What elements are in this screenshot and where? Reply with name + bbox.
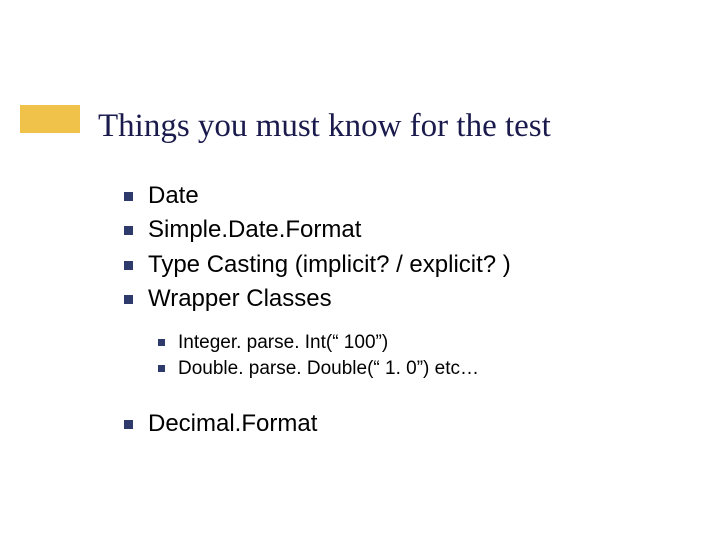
list-item: Wrapper Classes xyxy=(120,283,660,315)
list-item-text: Wrapper Classes xyxy=(148,285,332,312)
list-item-text: Decimal.Format xyxy=(148,410,317,437)
list-item: Integer. parse. Int(“ 100”) xyxy=(154,330,660,356)
sub-bullet-list: Integer. parse. Int(“ 100”) Double. pars… xyxy=(154,330,660,382)
list-item-text: Date xyxy=(148,182,199,209)
list-item-text: Integer. parse. Int(“ 100”) xyxy=(178,332,388,353)
list-item: Simple.Date.Format xyxy=(120,214,660,246)
list-item: Decimal.Format xyxy=(120,408,660,440)
list-item: Date xyxy=(120,180,660,212)
bullet-list: Date Simple.Date.Format Type Casting (im… xyxy=(120,180,660,316)
list-item-text: Double. parse. Double(“ 1. 0”) etc… xyxy=(178,358,479,379)
bullet-list: Decimal.Format xyxy=(120,408,660,440)
list-item: Double. parse. Double(“ 1. 0”) etc… xyxy=(154,356,660,382)
slide-content: Date Simple.Date.Format Type Casting (im… xyxy=(120,180,660,442)
list-item-text: Simple.Date.Format xyxy=(148,216,361,243)
list-item-text: Type Casting (implicit? / explicit? ) xyxy=(148,251,511,278)
slide: Things you must know for the test Date S… xyxy=(0,0,720,540)
spacer xyxy=(120,396,660,408)
slide-title: Things you must know for the test xyxy=(98,108,690,146)
list-item: Type Casting (implicit? / explicit? ) xyxy=(120,249,660,281)
accent-block xyxy=(20,105,80,133)
